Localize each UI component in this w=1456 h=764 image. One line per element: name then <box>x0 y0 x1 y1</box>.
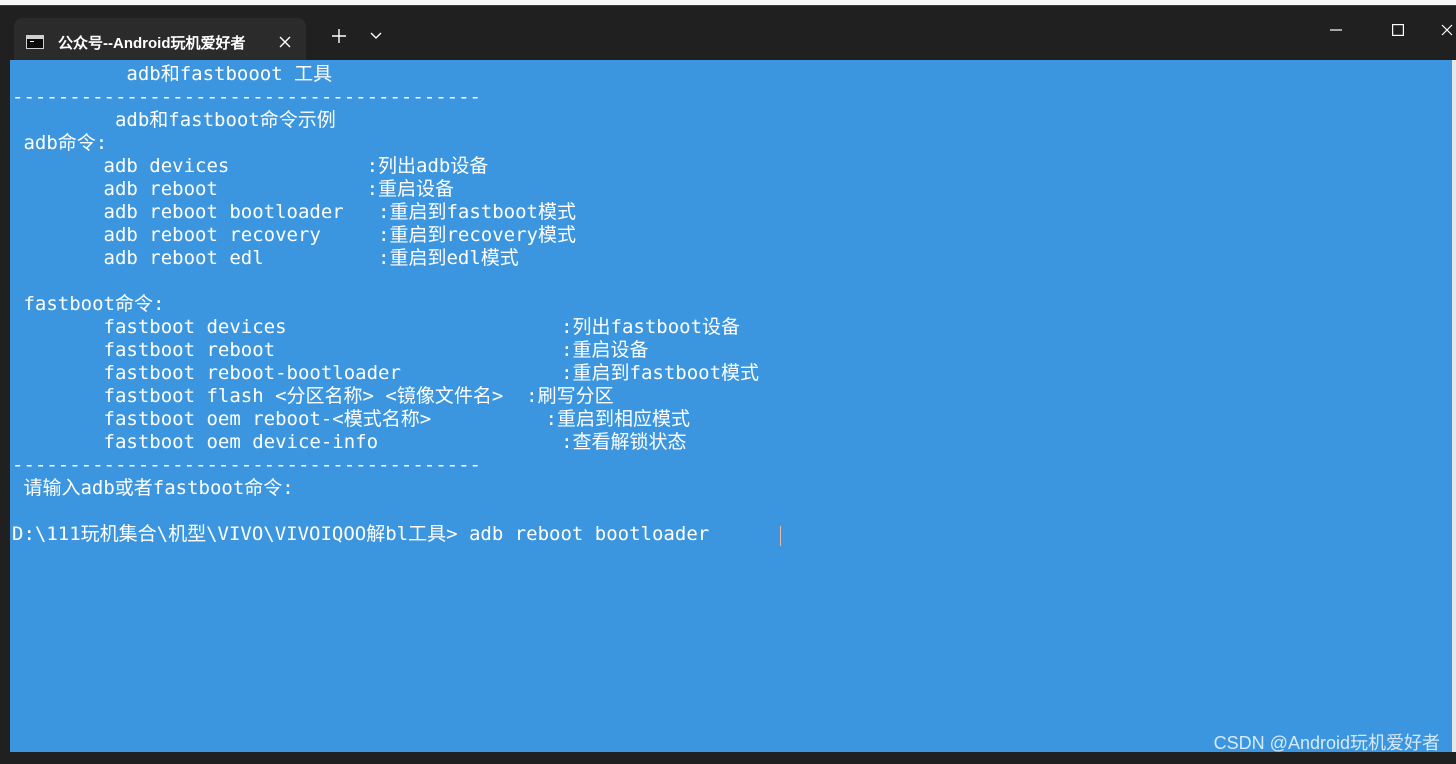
terminal-line: adb命令: <box>12 132 108 154</box>
tab-terminal[interactable]: 公众号--Android玩机爱好者 <box>14 18 306 66</box>
terminal-line: fastboot oem device-info :查看解锁状态 <box>12 431 687 453</box>
watermark: CSDN @Android玩机爱好者 <box>1213 733 1440 753</box>
maximize-button[interactable] <box>1374 14 1422 46</box>
new-tab-button[interactable] <box>322 20 356 52</box>
close-window-button[interactable] <box>1432 14 1456 46</box>
chevron-down-icon <box>370 32 382 39</box>
command-prompt-line[interactable]: D:\111玩机集合\机型\VIVO\VIVOIQOO解bl工具> adb re… <box>12 523 709 546</box>
terminal-output[interactable]: adb和fastbooot 工具 -----------------------… <box>10 60 1452 752</box>
close-tab-button[interactable] <box>268 25 302 59</box>
close-icon <box>1441 24 1453 36</box>
scrollbar[interactable] <box>1452 60 1456 752</box>
terminal-line: ----------------------------------------… <box>12 86 481 108</box>
cmd-terminal-icon <box>26 35 44 49</box>
terminal-line: ----------------------------------------… <box>12 454 481 476</box>
terminal-line: adb和fastboot命令示例 <box>12 109 336 131</box>
minimize-button[interactable] <box>1312 14 1360 46</box>
terminal-line: adb reboot :重启设备 <box>12 178 455 200</box>
plus-icon <box>332 29 346 43</box>
terminal-line: adb reboot edl :重启到edl模式 <box>12 247 519 269</box>
terminal-line: adb reboot recovery :重启到recovery模式 <box>12 224 577 246</box>
tab-title: 公众号--Android玩机爱好者 <box>58 34 246 52</box>
maximize-icon <box>1392 24 1404 36</box>
text-cursor <box>780 526 781 546</box>
minimize-icon <box>1330 29 1342 31</box>
terminal-line: fastboot reboot-bootloader :重启到fastboot模… <box>12 362 760 384</box>
terminal-line: adb devices :列出adb设备 <box>12 155 489 177</box>
terminal-line: adb reboot bootloader :重启到fastboot模式 <box>12 201 577 223</box>
terminal-line: 请输入adb或者fastboot命令: <box>12 477 294 499</box>
tab-dropdown-button[interactable] <box>360 20 392 52</box>
close-icon <box>279 36 291 48</box>
terminal-line: fastboot oem reboot-<模式名称> :重启到相应模式 <box>12 408 691 430</box>
terminal-line: fastboot devices :列出fastboot设备 <box>12 316 741 338</box>
terminal-line: fastboot flash <分区名称> <镜像文件名> :刷写分区 <box>12 385 614 407</box>
terminal-line: fastboot命令: <box>12 293 165 315</box>
terminal-line: adb和fastbooot 工具 <box>12 63 333 85</box>
title-bar[interactable]: 公众号--Android玩机爱好者 <box>0 6 1456 66</box>
terminal-line: fastboot reboot :重启设备 <box>12 339 649 361</box>
